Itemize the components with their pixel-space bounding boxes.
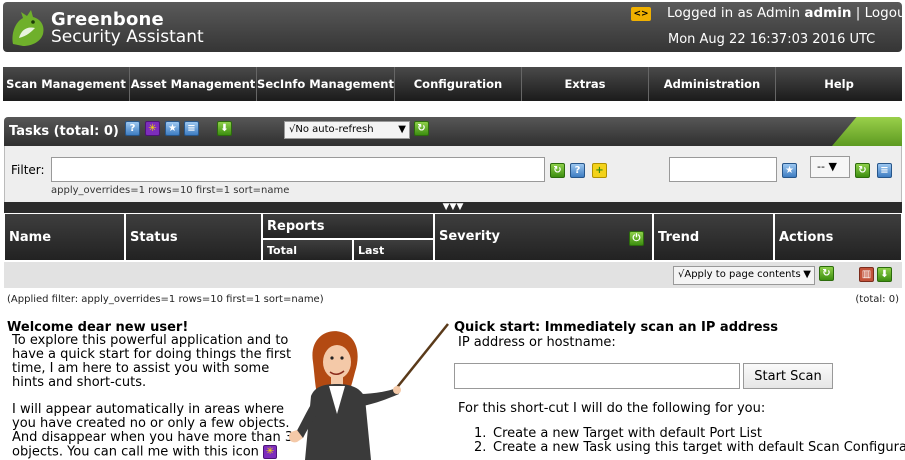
logout-link[interactable]: Logout — [865, 5, 905, 21]
filter-panel: Filter: ↻ ? + apply_overrides=1 rows=10 … — [4, 146, 902, 202]
column-status[interactable]: Status — [125, 213, 262, 261]
column-reports-last[interactable]: Last — [353, 239, 434, 261]
login-status: Logged in as Admin admin | Logout — [667, 5, 905, 21]
step-text: Create a new Target with default Port Li… — [493, 426, 762, 441]
collapse-toggle[interactable]: ▼▼▼ — [4, 202, 902, 213]
filter-select[interactable]: -- ▼ — [810, 156, 850, 178]
toolbar-accent — [832, 117, 902, 146]
new-filter-icon[interactable]: ★ — [782, 163, 797, 178]
menu-asset-management[interactable]: Asset Management — [130, 67, 258, 101]
greenbone-logo — [12, 10, 44, 46]
trash-icon[interactable]: ▥ — [859, 267, 874, 282]
column-reports-last-label: Last — [358, 243, 385, 257]
switch-filter-icon[interactable]: ↻ — [855, 163, 870, 178]
filter-list-icon[interactable]: ≡ — [877, 163, 892, 178]
filter-input[interactable] — [51, 157, 545, 182]
column-trend-label: Trend — [658, 229, 700, 245]
toggle-overrides-icon[interactable]: ⏻ — [629, 231, 644, 246]
welcome-text-intro: To explore this powerful application and… — [12, 333, 292, 390]
bulk-action-row: √Apply to page contents ▼ ↻ ▥ ⬇ — [4, 262, 902, 288]
filter-name-input[interactable] — [669, 157, 777, 182]
step-text: Create a new Task using this target with… — [493, 440, 905, 455]
chevron-down-icon: ▼ — [803, 269, 811, 280]
app-header: Greenbone Security Assistant <> Logged i… — [3, 2, 905, 52]
chevron-down-icon: ▼ — [398, 124, 406, 135]
start-scan-button[interactable]: Start Scan — [743, 363, 833, 389]
total-count: (total: 0) — [855, 294, 899, 305]
quickstart-label: IP address or hostname: — [458, 335, 616, 350]
tasks-table-header: Name Status Reports Total Last Severity … — [4, 213, 902, 261]
auto-refresh-select[interactable]: √No auto-refresh ▼ — [284, 121, 410, 139]
menu-help[interactable]: Help — [776, 67, 903, 101]
filter-help-icon[interactable]: ? — [570, 163, 585, 178]
step-number: 1. — [474, 426, 487, 441]
column-reports-label: Reports — [267, 218, 325, 234]
update-filter-icon[interactable]: ↻ — [550, 163, 565, 178]
list-icon[interactable]: ≡ — [184, 121, 199, 136]
apply-to-value: √Apply to page contents — [678, 269, 801, 280]
list-item: 2. Create a new Task using this target wi… — [474, 441, 905, 455]
filter-select-value: -- — [817, 160, 825, 173]
logged-in-label: Logged in as Admin — [667, 5, 801, 21]
column-actions: Actions — [774, 213, 902, 261]
column-severity[interactable]: Severity ⏻ — [434, 213, 653, 261]
applied-filter-text: (Applied filter: apply_overrides=1 rows=… — [7, 294, 324, 305]
menu-extras[interactable]: Extras — [521, 67, 649, 101]
refresh-icon[interactable]: ↻ — [414, 121, 429, 136]
help-icon[interactable]: ? — [125, 121, 140, 136]
export-icon[interactable]: ⬇ — [217, 121, 232, 136]
menu-secinfo-management[interactable]: SecInfo Management — [257, 67, 395, 101]
quickstart-steps: 1. Create a new Target with default Port … — [474, 427, 905, 455]
brand-subtitle: Security Assistant — [51, 27, 204, 47]
wizard-icon[interactable]: ✳ — [263, 445, 278, 459]
menu-configuration[interactable]: Configuration — [394, 67, 522, 101]
filter-label: Filter: — [11, 163, 45, 177]
column-severity-label: Severity — [439, 229, 501, 244]
ip-address-input[interactable] — [454, 363, 740, 389]
step-number: 2. — [474, 440, 487, 455]
tasks-toolbar: Tasks (total: 0) ? ✳ ★ ≡ ⬇ √No auto-refr… — [4, 117, 902, 146]
apply-to-select[interactable]: √Apply to page contents ▼ — [673, 266, 815, 285]
wizard-character-illustration — [289, 323, 449, 460]
wizard-icon[interactable]: ✳ — [145, 121, 160, 136]
welcome-text-hint: I will appear automatically in areas whe… — [12, 403, 297, 460]
menu-scan-management[interactable]: Scan Management — [3, 67, 131, 101]
bulk-refresh-icon[interactable]: ↻ — [819, 266, 834, 281]
language-icon[interactable]: <> — [631, 7, 651, 21]
new-task-icon[interactable]: ★ — [165, 121, 180, 136]
edit-filter-icon[interactable]: + — [592, 163, 607, 178]
auto-refresh-value: √No auto-refresh — [289, 124, 374, 135]
column-reports-total-label: Total — [267, 243, 298, 257]
page-title: Tasks (total: 0) — [9, 124, 119, 139]
column-name[interactable]: Name — [4, 213, 125, 261]
main-menu: Scan Management Asset Management SecInfo… — [3, 67, 903, 101]
column-actions-label: Actions — [779, 229, 834, 245]
username[interactable]: admin — [804, 5, 851, 21]
quickstart-intro: For this short-cut I will do the followi… — [458, 401, 766, 416]
current-datetime: Mon Aug 22 16:37:03 2016 UTC — [668, 32, 876, 47]
column-reports: Reports — [262, 213, 434, 239]
welcome-hint-label: I will appear automatically in areas whe… — [12, 402, 294, 460]
bulk-export-icon[interactable]: ⬇ — [877, 267, 892, 282]
current-filter-text: apply_overrides=1 rows=10 first=1 sort=n… — [51, 185, 290, 196]
column-trend[interactable]: Trend — [653, 213, 774, 261]
quickstart-heading: Quick start: Immediately scan an IP addr… — [454, 320, 779, 335]
list-item: 1. Create a new Target with default Port … — [474, 427, 905, 441]
menu-administration[interactable]: Administration — [648, 67, 776, 101]
column-reports-total[interactable]: Total — [262, 239, 353, 261]
separator: | — [855, 5, 861, 21]
chevron-down-icon: ▼ — [828, 160, 837, 173]
column-status-label: Status — [130, 229, 178, 245]
column-name-label: Name — [9, 229, 52, 245]
